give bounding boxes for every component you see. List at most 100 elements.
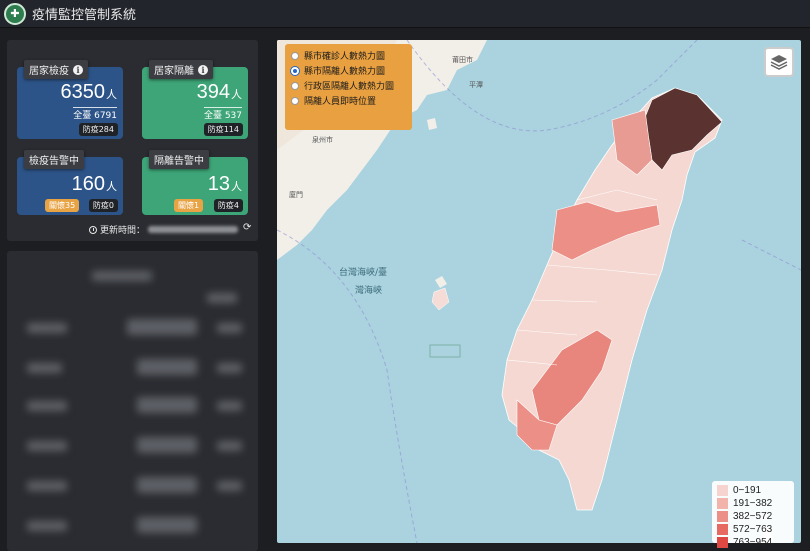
- island: [427, 118, 437, 130]
- app-title: 疫情監控管制系統: [32, 8, 137, 23]
- strait-label-2: 灣海峽: [355, 286, 383, 296]
- place-putian: 莆田市: [452, 56, 473, 64]
- place-pingtan: 平潭: [469, 81, 483, 89]
- legend-item: 0−191: [717, 484, 789, 497]
- legend-range: 572−763: [733, 524, 773, 535]
- legend-swatch: [717, 511, 728, 522]
- layer-option-confirmed[interactable]: 縣市確診人數熱力圖: [291, 48, 406, 63]
- strait-label: 台灣海峽/臺: [339, 268, 388, 278]
- layer-option-label: 隔離人員即時位置: [304, 97, 377, 107]
- unit: 人: [106, 181, 117, 193]
- home-quarantine-value: 6350人: [61, 81, 118, 104]
- legend-item: 191−382: [717, 497, 789, 510]
- legend-range: 382−572: [733, 511, 773, 522]
- list-row: [217, 323, 242, 333]
- count: 13: [207, 173, 230, 195]
- update-time-value: [148, 226, 239, 233]
- radio-selected-icon[interactable]: [291, 66, 299, 75]
- home-isolation-value: 394人: [197, 81, 242, 104]
- count: 6350: [60, 81, 106, 103]
- count: 394: [196, 81, 230, 103]
- legend-swatch: [717, 485, 728, 496]
- card-title: 居家檢疫: [29, 66, 69, 77]
- list-row: [27, 401, 67, 411]
- list-panel: [7, 251, 258, 551]
- layer-option-label: 縣市確診人數熱力圖: [304, 52, 386, 62]
- home-isolation-total: 全臺 537: [203, 107, 242, 121]
- stats-panel: 居家檢疫 i 6350人 全臺 6791 防疫284 居家隔離 i 394人 全…: [7, 40, 258, 241]
- quarantine-alert-care-pill: 關懷35: [45, 199, 80, 212]
- legend-item: 382−572: [717, 510, 789, 523]
- update-time: 更新時間：: [89, 223, 239, 236]
- card-title: 居家隔離: [154, 66, 194, 77]
- place-quanzhou: 泉州市: [312, 136, 333, 144]
- legend-range: 0−191: [733, 485, 762, 496]
- radio-icon[interactable]: [291, 51, 299, 60]
- home-isolation-card[interactable]: 居家隔離 i 394人 全臺 537 防疫114: [142, 60, 248, 139]
- penghu-box: [429, 344, 461, 358]
- update-time-label: 更新時間：: [100, 226, 146, 236]
- layer-option-realtime[interactable]: 隔離人員即時位置: [291, 93, 406, 108]
- list-row: [27, 481, 67, 491]
- top-bar: ✚ 疫情監控管制系統: [0, 0, 810, 28]
- home-quarantine-label: 居家檢疫 i: [24, 60, 88, 79]
- list-row: [27, 363, 62, 373]
- clock-icon: [89, 225, 97, 234]
- unit: 人: [231, 181, 242, 193]
- isolation-alert-value: 13人: [208, 173, 242, 196]
- list-row: [127, 319, 197, 335]
- home-isolation-pill: 防疫114: [203, 123, 243, 136]
- layer-option-label: 行政區隔離人數熱力圖: [304, 82, 395, 92]
- refresh-icon[interactable]: ⟳: [243, 222, 251, 233]
- list-row: [137, 359, 197, 375]
- layer-option-label: 縣市隔離人數熱力圖: [304, 67, 386, 77]
- list-row: [217, 363, 242, 373]
- unit: 人: [231, 89, 242, 101]
- list-header: [92, 271, 152, 281]
- isolation-alert-pill: 防疫4: [213, 199, 243, 212]
- legend-range: 191−382: [733, 498, 773, 509]
- radio-icon[interactable]: [291, 96, 299, 105]
- quarantine-alert-label: 檢疫告警中: [24, 150, 84, 169]
- legend-item: 572−763: [717, 523, 789, 536]
- info-icon[interactable]: i: [198, 64, 208, 75]
- layer-option-isolation-district[interactable]: 行政區隔離人數熱力圖: [291, 78, 406, 93]
- home-quarantine-total: 全臺 6791: [73, 107, 117, 121]
- home-quarantine-pill: 防疫284: [78, 123, 118, 136]
- layers-icon: [770, 55, 788, 70]
- radio-icon[interactable]: [291, 81, 299, 90]
- list-row: [217, 481, 242, 491]
- list-row: [137, 437, 197, 453]
- layers-button[interactable]: [764, 47, 794, 77]
- list-row: [27, 521, 67, 531]
- list-row: [217, 401, 242, 411]
- quarantine-alert-pill: 防疫0: [88, 199, 118, 212]
- isolation-alert-care-pill: 關懷1: [174, 199, 204, 212]
- isolation-alert-card[interactable]: 隔離告警中 13人 關懷1 防疫4: [142, 150, 248, 215]
- list-row: [27, 323, 67, 333]
- layer-option-isolation-county[interactable]: 縣市隔離人數熱力圖: [291, 63, 406, 78]
- legend-swatch: [717, 498, 728, 509]
- isolation-alert-label: 隔離告警中: [149, 150, 209, 169]
- place-xiamen: 廈門: [289, 191, 303, 199]
- shield-logo-icon: ✚: [4, 2, 26, 25]
- list-row: [137, 477, 197, 493]
- layer-menu: 縣市確診人數熱力圖 縣市隔離人數熱力圖 行政區隔離人數熱力圖 隔離人員即時位置: [285, 44, 412, 130]
- home-quarantine-card[interactable]: 居家檢疫 i 6350人 全臺 6791 防疫284: [17, 60, 123, 139]
- count: 160: [71, 173, 105, 195]
- island: [435, 276, 447, 288]
- legend-swatch: [717, 524, 728, 535]
- list-row: [217, 441, 242, 451]
- list-row: [137, 397, 197, 413]
- list-row: [207, 293, 237, 303]
- unit: 人: [106, 89, 117, 101]
- quarantine-alert-value: 160人: [72, 173, 117, 196]
- home-isolation-label: 居家隔離 i: [149, 60, 213, 79]
- penghu-island: [431, 287, 450, 311]
- list-row: [137, 517, 197, 533]
- info-icon[interactable]: i: [73, 64, 83, 75]
- sea-boundary: [741, 239, 801, 271]
- quarantine-alert-card[interactable]: 檢疫告警中 160人 關懷35 防疫0: [17, 150, 123, 215]
- list-row: [27, 441, 67, 451]
- map-legend: 0−191 191−382 382−572 572−763 763−954: [712, 481, 794, 548]
